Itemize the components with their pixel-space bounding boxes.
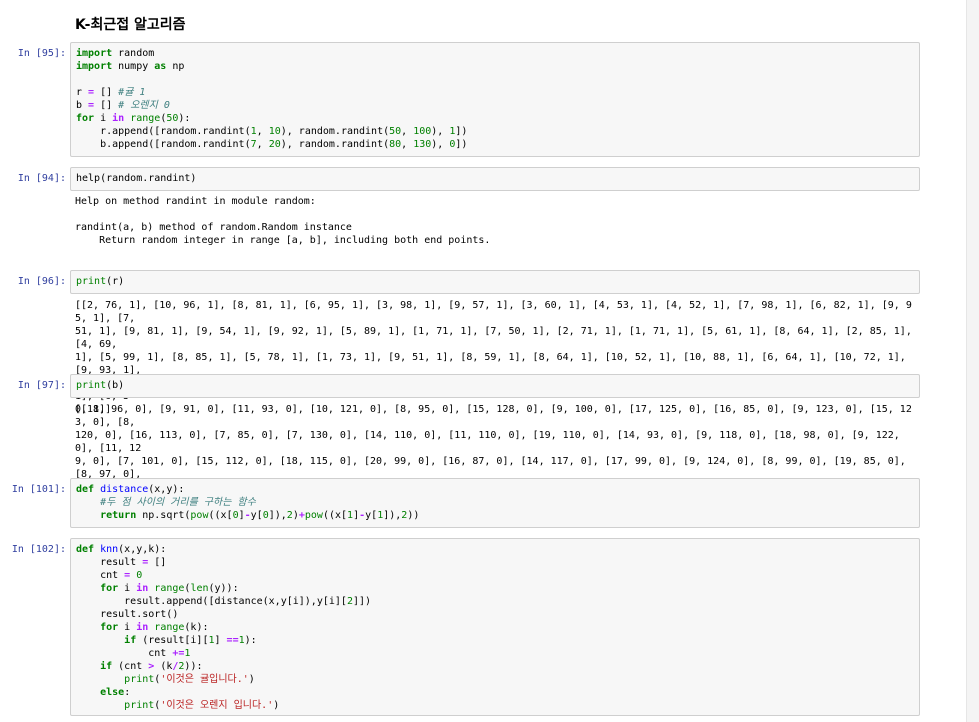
code-text: def knn(x,y,k): result = [] cnt = 0 for … (76, 544, 372, 711)
code-text: import random import numpy as np r = [] … (76, 48, 468, 150)
code-text: help(random.randint) (76, 173, 197, 184)
cell-output: Help on method randint in module random:… (75, 196, 491, 246)
code-text: def distance(x,y): #두 점 사이의 거리를 구하는 함수 r… (76, 484, 420, 521)
code-text: print(r) (76, 276, 125, 287)
code-input[interactable]: def knn(x,y,k): result = [] cnt = 0 for … (70, 538, 920, 716)
vertical-scrollbar[interactable] (966, 0, 979, 722)
cell-prompt: In [102]: (11, 544, 66, 555)
cell-prompt: In [97]: (17, 380, 66, 391)
code-input[interactable]: def distance(x,y): #두 점 사이의 거리를 구하는 함수 r… (70, 478, 920, 528)
code-input[interactable]: import random import numpy as np r = [] … (70, 42, 920, 157)
cell-prompt: In [94]: (17, 173, 66, 184)
code-input[interactable]: help(random.randint) (70, 167, 920, 191)
cell-prompt: In [95]: (17, 48, 66, 59)
code-text: print(b) (76, 380, 125, 391)
cell-output: [[2, 76, 1], [10, 96, 1], [8, 81, 1], [6… (75, 300, 912, 415)
code-input[interactable]: print(r) (70, 270, 920, 294)
code-input[interactable]: print(b) (70, 374, 920, 398)
cell-prompt: In [96]: (17, 276, 66, 287)
page-heading: K-최근접 알고리즘 (75, 17, 186, 33)
cell-prompt: In [101]: (11, 484, 66, 495)
